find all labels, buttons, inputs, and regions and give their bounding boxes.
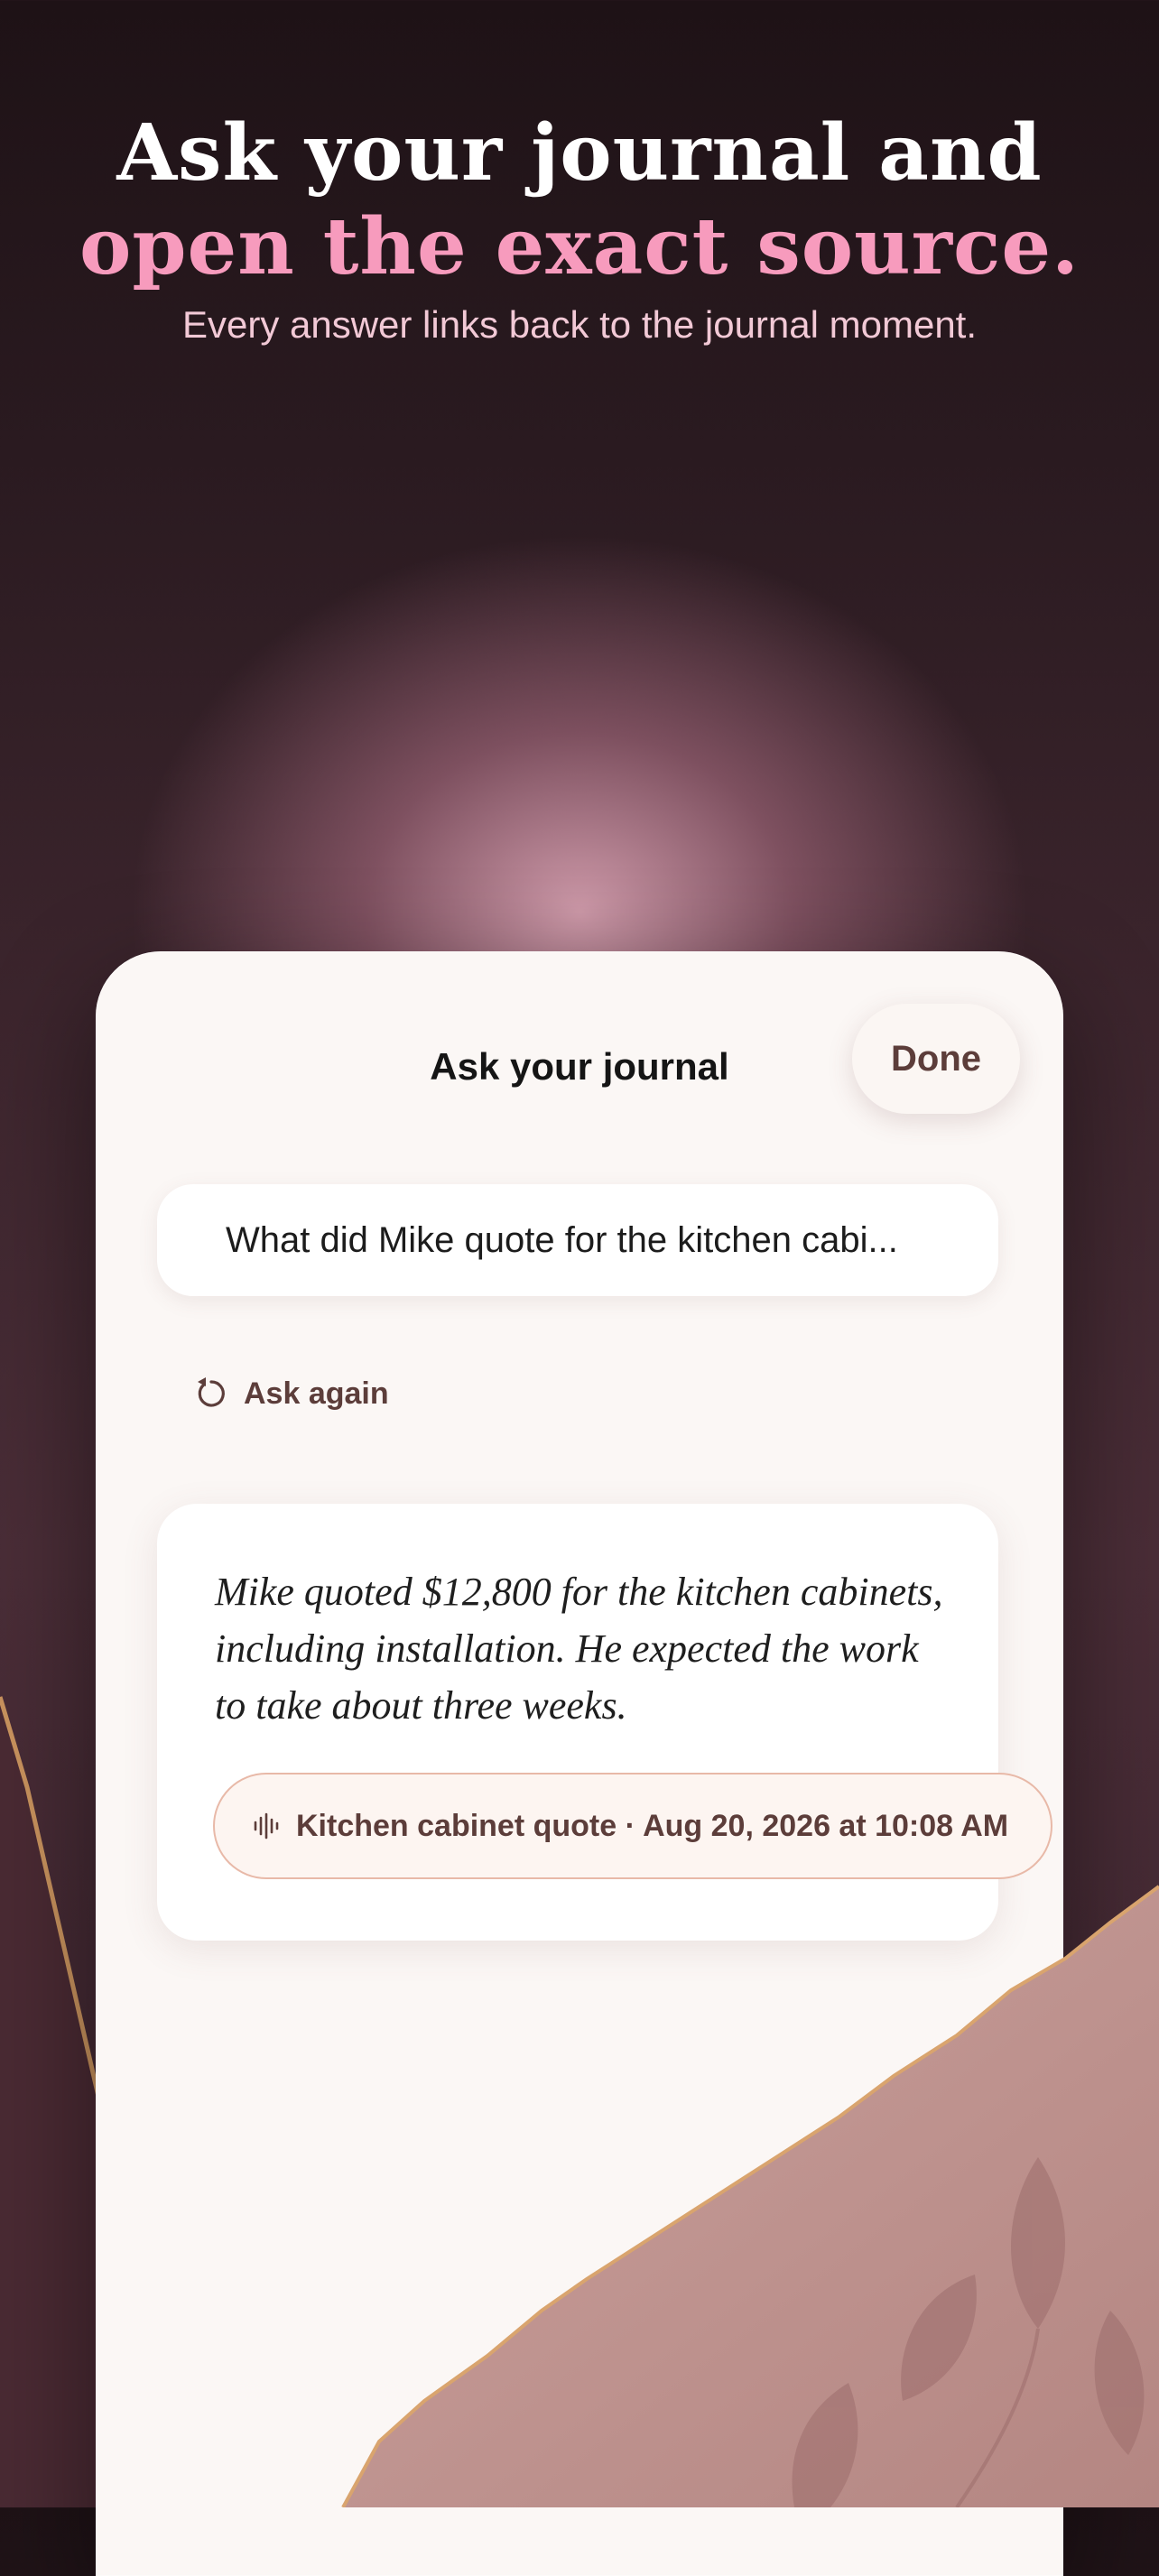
question-field[interactable]: What did Mike quote for the kitchen cabi… xyxy=(157,1184,998,1296)
headline: Ask your journal and open the exact sour… xyxy=(0,107,1159,352)
source-link-chip[interactable]: Kitchen cabinet quote · Aug 20, 2026 at … xyxy=(213,1773,1052,1879)
ask-again-button[interactable]: Ask again xyxy=(193,1368,389,1419)
done-button[interactable]: Done xyxy=(852,1004,1020,1114)
answer-text: Mike quoted $12,800 for the kitchen cabi… xyxy=(215,1570,943,1728)
source-label: Kitchen cabinet quote · Aug 20, 2026 at … xyxy=(296,1808,1009,1843)
headline-subtitle: Every answer links back to the journal m… xyxy=(181,303,978,346)
headline-line-1: Ask your journal and xyxy=(116,107,1043,199)
headline-line-2: open the exact source. xyxy=(79,201,1080,292)
ask-again-label: Ask again xyxy=(244,1376,389,1411)
refresh-icon xyxy=(193,1376,229,1412)
waveform-icon xyxy=(251,1811,282,1841)
ask-journal-sheet: Ask your journal Done What did Mike quot… xyxy=(96,951,1063,2576)
